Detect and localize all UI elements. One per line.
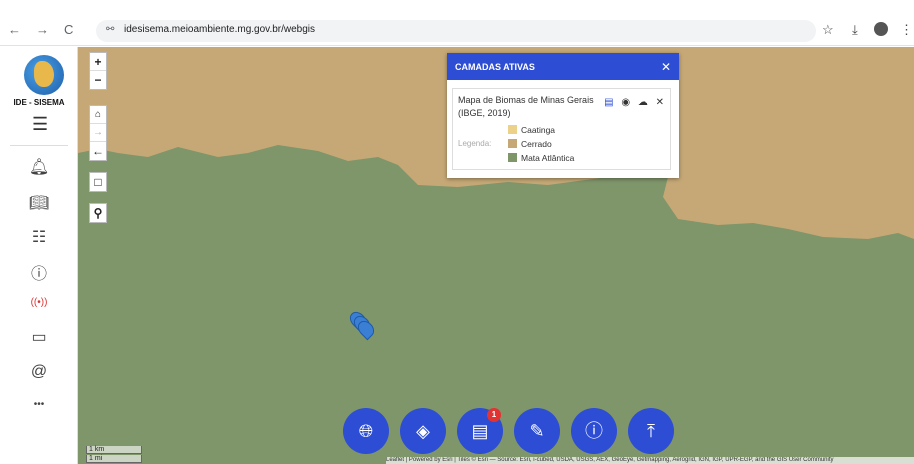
upload-button[interactable]: ⤒: [628, 408, 674, 454]
select-control: □: [89, 172, 107, 192]
cerrado-swatch: [508, 139, 517, 148]
mata-atlantica-swatch: [508, 153, 517, 162]
back-button[interactable]: ←: [90, 142, 106, 160]
layer-card: Mapa de Biomas de Minas Gerais (IBGE, 20…: [452, 88, 671, 170]
logo-state-shape: [34, 61, 54, 87]
panel-header: CAMADAS ATIVAS ✕: [447, 53, 679, 80]
map-canvas[interactable]: + − ⌂ → ← □ ⚲ CAMADAS ATIVAS ✕ Mapa de B…: [78, 47, 914, 464]
panel-close-icon[interactable]: ✕: [661, 60, 671, 74]
forward-button[interactable]: →: [90, 124, 106, 142]
profile-avatar[interactable]: [874, 22, 888, 36]
caatinga-swatch: [508, 125, 517, 134]
notification-badge: 1: [487, 408, 501, 422]
legend-label: Legenda:: [458, 139, 492, 148]
alert-button[interactable]: ⓘ: [571, 408, 617, 454]
legend-item-label: Mata Atlântica: [521, 153, 575, 163]
menu-icon[interactable]: ☰: [32, 114, 48, 135]
sidebar-divider: [10, 145, 68, 146]
star-icon[interactable]: ☆: [822, 22, 834, 38]
cloud-download-icon[interactable]: ☁: [638, 97, 648, 108]
info-icon[interactable]: ⓘ: [28, 260, 50, 284]
layer-tools: ▤ ◉ ☁ ✕: [599, 97, 664, 108]
bell-icon[interactable]: 🔔︎: [28, 157, 50, 177]
browser-toolbar: ← → C ⚯ idesisema.meioambiente.mg.gov.br…: [0, 0, 914, 46]
legend-item-mata-atlantica: Mata Atlântica: [508, 153, 574, 163]
layer-name: Mapa de Biomas de Minas Gerais (IBGE, 20…: [458, 95, 594, 118]
scale-km: 1 km: [86, 446, 142, 454]
scale-mi: 1 mi: [86, 455, 142, 463]
home-button[interactable]: ⌂: [90, 106, 106, 124]
logo-text: IDE - SISEMA: [13, 98, 65, 107]
book-icon[interactable]: 📖︎: [28, 193, 50, 213]
legend-item-label: Cerrado: [521, 139, 552, 149]
zoom-in-button[interactable]: +: [90, 53, 106, 71]
remove-layer-icon[interactable]: ✕: [656, 97, 664, 108]
visibility-icon[interactable]: ◉: [621, 97, 630, 108]
layers-button[interactable]: ◈: [400, 408, 446, 454]
reload-icon[interactable]: C: [64, 22, 73, 37]
broadcast-icon[interactable]: ((•)): [28, 297, 50, 308]
panel-title: CAMADAS ATIVAS: [455, 62, 535, 72]
url-text[interactable]: idesisema.meioambiente.mg.gov.br/webgis: [124, 24, 315, 35]
search-button[interactable]: ⚲: [90, 204, 106, 222]
globe-button[interactable]: 🌐︎: [343, 408, 389, 454]
address-bar[interactable]: ⚯ idesisema.meioambiente.mg.gov.br/webgi…: [96, 20, 816, 42]
legend-item-label: Caatinga: [521, 125, 556, 135]
at-icon[interactable]: @: [28, 363, 50, 381]
map-attribution: Leaflet | Powered by Esri | Tiles © Esri…: [386, 457, 914, 464]
more-icon[interactable]: •••: [28, 399, 50, 410]
back-icon[interactable]: ←: [8, 22, 21, 37]
zoom-out-button[interactable]: −: [90, 71, 106, 89]
document-icon[interactable]: ☷: [28, 227, 50, 247]
history-control: ⌂ → ←: [89, 105, 107, 161]
site-settings-icon[interactable]: ⚯: [106, 24, 114, 35]
select-area-button[interactable]: □: [90, 173, 106, 191]
legend-item-caatinga: Caatinga: [508, 125, 555, 135]
edit-button[interactable]: ✎: [514, 408, 560, 454]
legend-item-cerrado: Cerrado: [508, 139, 552, 149]
active-layers-panel: CAMADAS ATIVAS ✕ Mapa de Biomas de Minas…: [447, 53, 679, 178]
browser-menu-icon[interactable]: ⋮: [900, 22, 913, 38]
chat-icon[interactable]: ▭: [28, 327, 50, 347]
table-icon[interactable]: ▤: [604, 97, 613, 108]
forward-icon[interactable]: →: [36, 22, 49, 37]
download-icon[interactable]: ⤓: [852, 22, 858, 38]
zoom-control: + −: [89, 52, 107, 90]
sidebar: IDE - SISEMA ☰ 🔔︎ 📖︎ ☷ ⓘ ((•)) ▭ @ •••: [0, 47, 78, 464]
search-control: ⚲: [89, 203, 107, 223]
